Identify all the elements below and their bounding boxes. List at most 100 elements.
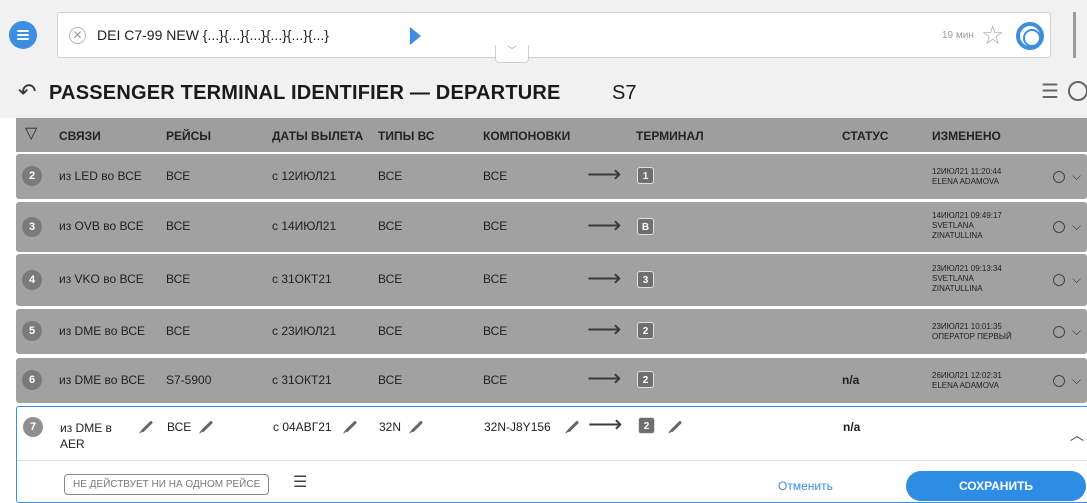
chevron-down-icon[interactable]: ⌵ [1072,220,1081,232]
edit-aircraft-field[interactable]: 32N [379,420,401,434]
col-aircraft[interactable]: ТИПЫ ВС [378,129,435,143]
edit-link-field[interactable]: из DME в AER [60,420,112,452]
save-button[interactable]: СОХРАНИТЬ [906,471,1086,501]
col-flights[interactable]: РЕЙСЫ [166,129,211,143]
history-icon[interactable] [1053,375,1065,387]
chevron-down-icon[interactable]: ⌵ [1072,273,1081,285]
side-panel-edge[interactable] [1073,12,1076,58]
col-configs[interactable]: КОМПОНОВКИ [483,129,570,143]
table-row[interactable]: 6 из DME во ВСЕ S7-5900 с 31ОКТ21 ВСЕ ВС… [16,358,1087,403]
history-icon[interactable] [1053,274,1065,286]
row-aircraft: ВСЕ [378,272,403,286]
col-links[interactable]: СВЯЗИ [59,129,101,143]
edit-icon[interactable] [200,420,214,433]
history-icon[interactable] [1053,326,1065,338]
table-row[interactable]: 4 из VKO во ВСЕ ВСЕ с 31ОКТ21 ВСЕ ВСЕ ⟶ … [16,254,1087,306]
history-icon[interactable] [1053,171,1065,183]
edit-icon[interactable] [344,420,358,433]
chevron-down-icon[interactable]: ⌵ [1072,170,1081,182]
row-configs: ВСЕ [483,324,508,338]
arrow-right-icon: ⟶ [587,212,622,239]
col-changed[interactable]: ИЗМЕНЕНО [932,129,1001,143]
lifebuoy-icon[interactable] [1016,22,1044,50]
row-configs: ВСЕ [483,272,508,286]
edit-status: n/a [843,420,861,434]
row-dates: с 14ИЮЛ21 [272,219,337,233]
command-input[interactable]: ✕ DEI C7-99 NEW {...}{...}{...}{...}{...… [57,12,1051,58]
chevron-down-icon[interactable]: ﹀ [495,45,529,63]
arrow-right-icon: ⟶ [587,161,622,188]
row-number: 4 [22,270,42,290]
row-flights: ВСЕ [166,324,191,338]
divider [17,460,1087,461]
top-bar: ✕ DEI C7-99 NEW {...}{...}{...}{...}{...… [0,0,1087,68]
clear-icon[interactable]: ✕ [69,27,86,44]
filter-icon[interactable]: ▽ [25,126,37,142]
table-row[interactable]: 5 из DME во ВСЕ ВСЕ с 23ИЮЛ21 ВСЕ ВСЕ ⟶ … [16,309,1087,354]
table-row[interactable]: 3 из OVB во ВСЕ ВСЕ с 14ИЮЛ21 ВСЕ ВСЕ ⟶ … [16,202,1087,252]
table-header: ▽ СВЯЗИ РЕЙСЫ ДАТЫ ВЫЛЕТА ТИПЫ ВС КОМПОН… [16,118,1087,152]
row-dates: с 12ИЮЛ21 [272,169,337,183]
row-configs: ВСЕ [483,169,508,183]
row-number: 6 [22,370,42,390]
row-link: из VKO во ВСЕ [59,272,144,286]
back-icon[interactable]: ↶ [18,81,36,103]
row-number: 2 [22,166,42,186]
row-link: из DME во ВСЕ [59,373,146,387]
row-status: n/a [842,373,860,387]
list-icon[interactable]: ☰ [1041,81,1059,103]
row-configs: ВСЕ [483,373,508,387]
cancel-button[interactable]: Отменить [778,479,833,493]
col-status[interactable]: СТАТУС [842,129,888,143]
edit-configs-field[interactable]: 32N-J8Y156 [484,420,551,434]
row-flights: ВСЕ [166,272,191,286]
chevron-up-icon[interactable]: ︿ [1070,425,1084,445]
history-icon[interactable] [1053,221,1065,233]
play-icon[interactable] [410,27,421,45]
star-icon[interactable]: ☆ [981,21,1004,49]
command-text[interactable]: DEI C7-99 NEW {...}{...}{...}{...}{...}{… [97,27,329,43]
edit-icon[interactable] [140,420,154,433]
edit-row: 7 из DME в AER ВСЕ с 04АВГ21 32N 32N-J8Y1… [16,406,1087,503]
terminal-badge: 2 [637,322,654,339]
history-icon[interactable] [1068,81,1087,101]
arrow-right-icon: ⟶ [587,365,622,392]
row-flights: ВСЕ [166,219,191,233]
row-aircraft: ВСЕ [378,373,403,387]
row-dates: с 23ИЮЛ21 [272,324,337,338]
row-number: 3 [22,217,42,237]
validity-tag[interactable]: НЕ ДЕЙСТВУЕТ НИ НА ОДНОМ РЕЙСЕ [64,474,270,495]
menu-icon[interactable] [9,21,37,49]
row-aircraft: ВСЕ [378,169,403,183]
row-number: 7 [23,417,43,437]
table-row[interactable]: 2 из LED во ВСЕ ВСЕ с 12ИЮЛ21 ВСЕ ВСЕ ⟶ … [16,154,1087,199]
edit-icon[interactable] [669,420,683,433]
edit-icon[interactable] [566,420,580,433]
chevron-down-icon[interactable]: ⌵ [1072,374,1081,386]
edit-icon[interactable] [410,420,424,433]
edit-dates-field[interactable]: с 04АВГ21 [273,420,332,434]
arrow-right-icon: ⟶ [588,411,623,438]
arrow-right-icon: ⟶ [587,265,622,292]
title-row: ↶ PASSENGER TERMINAL IDENTIFIER — DEPART… [0,68,1087,118]
terminal-badge[interactable]: 2 [638,417,655,434]
list-icon[interactable]: ☰ [293,474,307,492]
command-time: 19 мин [942,30,974,41]
terminal-badge: B [637,218,654,235]
row-number: 5 [22,321,42,341]
row-aircraft: ВСЕ [378,219,403,233]
col-dates[interactable]: ДАТЫ ВЫЛЕТА [272,129,363,143]
row-changed: 26ИЮЛ21 12:02:31 ELENA ADAMOVA [932,371,1002,390]
row-aircraft: ВСЕ [378,324,403,338]
row-configs: ВСЕ [483,219,508,233]
row-link: из OVB во ВСЕ [59,219,144,233]
col-terminal[interactable]: ТЕРМИНАЛ [636,129,704,143]
page-title: PASSENGER TERMINAL IDENTIFIER — DEPARTUR… [49,82,561,104]
row-flights: ВСЕ [166,169,191,183]
chevron-down-icon[interactable]: ⌵ [1072,325,1081,337]
edit-flights-field[interactable]: ВСЕ [167,420,191,434]
arrow-right-icon: ⟶ [587,316,622,343]
row-changed: 12ИЮЛ21 11:20:44 ELENA ADAMOVA [932,167,1002,186]
row-dates: с 31ОКТ21 [272,272,332,286]
terminal-badge: 2 [637,371,654,388]
